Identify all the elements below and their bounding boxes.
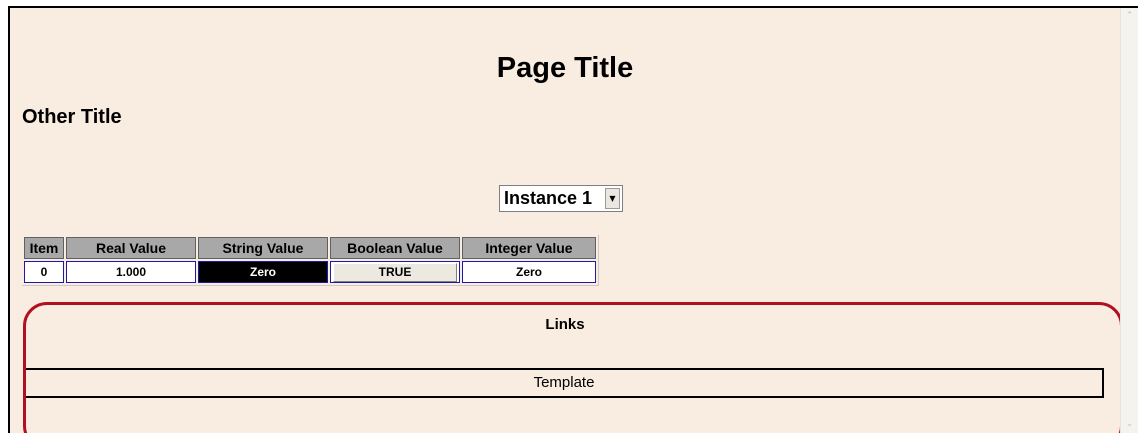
column-header-real-value: Real Value bbox=[66, 237, 196, 259]
browser-content-frame: Page Title Other Title Instance 1 ▼ Item… bbox=[8, 6, 1138, 433]
boolean-value-cell: TRUE bbox=[330, 261, 460, 283]
table-header-row: Item Real Value String Value Boolean Val… bbox=[24, 237, 596, 259]
column-header-item: Item bbox=[24, 237, 64, 259]
section-title: Other Title bbox=[22, 106, 122, 128]
vertical-scrollbar[interactable]: ⌃ ⌄ bbox=[1120, 8, 1138, 433]
links-title: Links bbox=[545, 316, 585, 333]
column-header-boolean-value: Boolean Value bbox=[330, 237, 460, 259]
instance-select-value: Instance 1 bbox=[504, 188, 593, 208]
column-header-string-value: String Value bbox=[198, 237, 328, 259]
real-value-cell[interactable]: 1.000 bbox=[66, 261, 196, 283]
boolean-toggle-button[interactable]: TRUE bbox=[333, 262, 457, 282]
dropdown-arrow-icon[interactable]: ▼ bbox=[605, 188, 620, 209]
string-value-cell[interactable]: Zero bbox=[198, 261, 328, 283]
column-header-integer-value: Integer Value bbox=[462, 237, 596, 259]
instance-select[interactable]: Instance 1 ▼ bbox=[499, 185, 623, 212]
page-title: Page Title bbox=[496, 52, 634, 84]
scroll-down-icon[interactable]: ⌄ bbox=[1121, 416, 1138, 433]
item-cell: 0 bbox=[24, 261, 64, 283]
integer-value-cell[interactable]: Zero bbox=[462, 261, 596, 283]
scroll-up-icon[interactable]: ⌃ bbox=[1121, 8, 1138, 25]
table-row: 0 1.000 Zero TRUE Zero bbox=[24, 261, 596, 283]
values-table: Item Real Value String Value Boolean Val… bbox=[22, 235, 599, 286]
template-link[interactable]: Template bbox=[24, 368, 1104, 398]
